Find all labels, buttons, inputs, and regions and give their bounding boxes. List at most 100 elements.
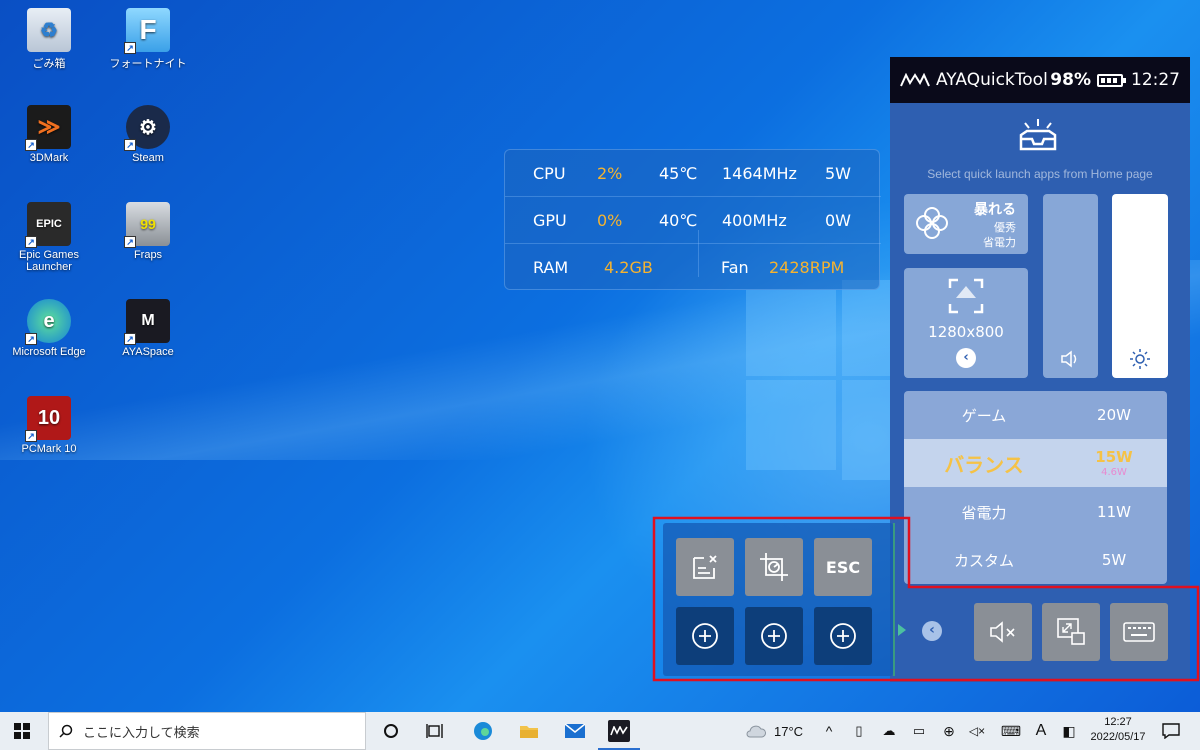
cpu-power: 5W xyxy=(825,163,851,183)
quick-action-panel: ESC xyxy=(663,523,893,676)
quick-launch-tray-icon[interactable] xyxy=(1015,117,1061,157)
weather-temp[interactable]: 17°C xyxy=(774,724,803,739)
keyboard-icon xyxy=(1123,622,1155,642)
aya-header: AYAQuickTool 98% 12:27 xyxy=(890,57,1190,103)
volume-slider[interactable] xyxy=(1043,194,1098,378)
add-shortcut-button[interactable] xyxy=(676,607,734,665)
epic-games-icon: EPIC ↗ xyxy=(25,202,71,248)
desktop-icon-label: AYASpace xyxy=(122,346,174,358)
touch-keyboard-icon[interactable]: ⌨ xyxy=(1000,720,1022,742)
fan-mode-line1: 優秀 xyxy=(994,221,1016,234)
search-placeholder: ここに入力して検索 xyxy=(83,724,200,740)
wallpaper-window-pane xyxy=(746,290,836,376)
app-tray-icon[interactable]: ◧ xyxy=(1058,720,1080,742)
desktop-icon-label: Steam xyxy=(132,152,164,164)
resolution-prev-icon[interactable]: ‹ xyxy=(956,348,976,368)
tdp-mode-power: 15W xyxy=(1095,448,1133,466)
mail-icon[interactable] xyxy=(564,720,586,742)
gpu-usage: 0% xyxy=(597,210,623,230)
wallpaper-window-pane xyxy=(842,280,890,376)
taskbar-search-box[interactable]: ここに入力して検索 xyxy=(48,712,366,750)
keyboard-button[interactable] xyxy=(1110,603,1168,661)
fan-mode-tile[interactable]: 暴れる 優秀 省電力 xyxy=(904,194,1028,254)
notification-icon[interactable] xyxy=(1160,720,1182,742)
fan-label: Fan xyxy=(721,258,749,277)
desktop-icon-label: ごみ箱 xyxy=(32,58,66,70)
fraps-icon: 99 ↗ xyxy=(124,202,170,248)
tdp-mode-current-power: 4.6W xyxy=(1101,467,1127,478)
screen-capture-icon xyxy=(760,553,788,581)
screenshot-edit-button[interactable] xyxy=(676,538,734,596)
screenshot-edit-icon xyxy=(693,555,717,579)
add-shortcut-button[interactable] xyxy=(814,607,872,665)
task-view-icon[interactable] xyxy=(424,720,446,742)
window-scale-icon xyxy=(1057,618,1085,645)
desktop-icon-label: フォートナイト xyxy=(109,58,187,70)
devices-tray-icon[interactable]: ▯ xyxy=(848,720,870,742)
cortana-icon[interactable] xyxy=(380,720,402,742)
steam-icon: ⚙ ↗ xyxy=(124,105,170,151)
desktop-icon-3dmark[interactable]: ≫ ↗ 3DMark xyxy=(4,105,94,164)
desktop-icon-fortnite[interactable]: F ↗ フォートナイト xyxy=(103,8,193,71)
taskbar-clock[interactable]: 12:27 2022/05/17 xyxy=(1085,715,1151,745)
add-circle-icon xyxy=(830,623,856,649)
ime-indicator[interactable]: A xyxy=(1030,720,1052,742)
battery-percent: 98% xyxy=(1050,70,1091,90)
cpu-clock: 1464MHz xyxy=(722,163,797,183)
window-scale-button[interactable] xyxy=(1042,603,1100,661)
desktop-icon-steam[interactable]: ⚙ ↗ Steam xyxy=(103,105,193,164)
cpu-temp: 45℃ xyxy=(659,163,698,183)
tdp-mode-name: ゲーム xyxy=(961,406,1007,425)
battery-icon xyxy=(1097,73,1126,87)
mute-button[interactable] xyxy=(974,603,1032,661)
desktop-icon-epic-games[interactable]: EPIC ↗ Epic Games Launcher xyxy=(4,202,94,273)
network-globe-icon[interactable]: ⊕ xyxy=(938,720,960,742)
collapse-left-icon[interactable]: ‹ xyxy=(922,621,942,641)
desktop-icon-label: PCMark 10 xyxy=(21,443,77,455)
onedrive-tray-icon[interactable]: ☁ xyxy=(878,720,900,742)
cpu-usage: 2% xyxy=(597,163,623,183)
gpu-label: GPU xyxy=(533,210,567,230)
brightness-icon xyxy=(1130,349,1150,369)
chevron-up-icon[interactable]: ^ xyxy=(818,720,840,742)
clock-date: 2022/05/17 xyxy=(1090,731,1146,743)
ayaspace-taskbar-icon[interactable] xyxy=(608,720,630,742)
resolution-value: 1280x800 xyxy=(928,323,1004,341)
tdp-mode-custom[interactable]: カスタム 5W xyxy=(904,536,1167,584)
gpu-temp: 40℃ xyxy=(659,210,698,230)
weather-icon[interactable] xyxy=(745,720,767,742)
desktop-icon-edge[interactable]: e ↗ Microsoft Edge xyxy=(4,299,94,358)
desktop-icon-pcmark10[interactable]: 10 ↗ PCMark 10 xyxy=(4,396,94,455)
desktop-icon-label: Epic Games Launcher xyxy=(19,249,79,273)
file-explorer-icon[interactable] xyxy=(518,720,540,742)
edge-icon: e ↗ xyxy=(25,299,71,345)
screen-capture-button[interactable] xyxy=(745,538,803,596)
windows-start-icon[interactable] xyxy=(14,723,30,739)
fullscreen-icon xyxy=(948,278,984,314)
tdp-mode-power: 5W xyxy=(1101,551,1127,569)
add-shortcut-button[interactable] xyxy=(745,607,803,665)
tdp-mode-powersave[interactable]: 省電力 11W xyxy=(904,488,1167,536)
volume-icon xyxy=(1061,350,1077,368)
battery-tray-icon[interactable]: ▭ xyxy=(908,720,930,742)
tdp-mode-game[interactable]: ゲーム 20W xyxy=(904,391,1167,439)
speaker-muted-icon[interactable]: ◁× xyxy=(966,720,988,742)
tdp-mode-balance[interactable]: バランス 15W 4.6W xyxy=(904,439,1167,487)
performance-overlay: CPU 2% 45℃ 1464MHz 5W GPU 0% 40℃ 400MHz … xyxy=(504,149,881,290)
desktop-icon-fraps[interactable]: 99 ↗ Fraps xyxy=(103,202,193,261)
brightness-slider[interactable] xyxy=(1112,194,1168,378)
panel-pointer-icon xyxy=(898,624,906,636)
resolution-tile[interactable]: 1280x800 ‹ xyxy=(904,268,1028,378)
desktop-icon-ayaspace[interactable]: M ↗ AYASpace xyxy=(103,299,193,358)
add-circle-icon xyxy=(761,623,787,649)
edge-taskbar-icon[interactable] xyxy=(472,720,494,742)
esc-button[interactable]: ESC xyxy=(814,538,872,596)
overlay-divider xyxy=(698,230,699,277)
fan-value: 2428RPM xyxy=(769,258,845,277)
desktop-icon-recycle-bin[interactable]: ♻ ごみ箱 xyxy=(4,8,94,71)
quick-launch-hint: Select quick launch apps from Home page xyxy=(927,167,1153,181)
tdp-mode-name: バランス xyxy=(944,452,1024,477)
aya-logo-icon xyxy=(900,73,930,87)
ram-value: 4.2GB xyxy=(604,258,653,277)
fan-mode-title: 暴れる xyxy=(974,202,1016,218)
